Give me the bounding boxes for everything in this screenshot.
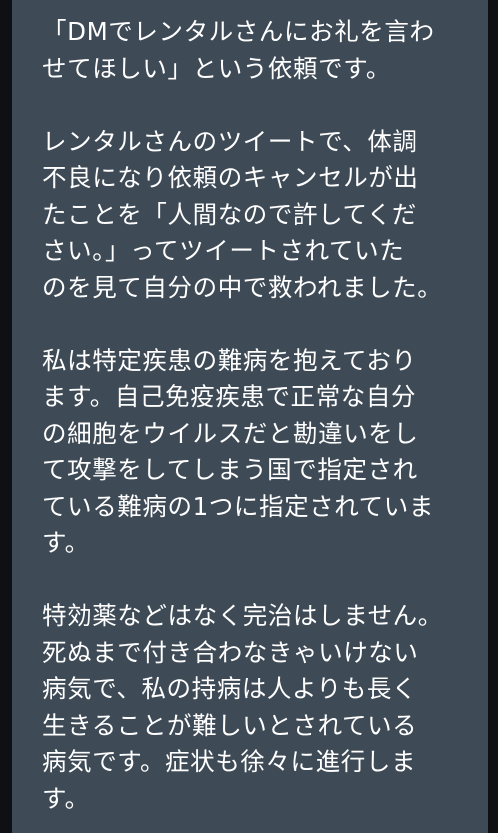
message-bubble: 「DMでレンタルさんにお礼を言わ せてほしい」という依頼です。 レンタルさんのツ… — [12, 0, 488, 833]
message-paragraph-illness: 私は特定疾患の難病を抱えており ます。自己免疫疾患で正常な自分 の細胞をウイルス… — [42, 345, 434, 558]
left-background-edge — [0, 0, 12, 833]
message-paragraph-no-cure: 特効薬などはなく完治はしません。 死ぬまで付き合わなきゃいけない 病気で、私の持… — [42, 601, 443, 813]
right-background-edge — [488, 0, 498, 833]
message-paragraph-request: 「DMでレンタルさんにお礼を言わ せてほしい」という依頼です。 — [42, 17, 435, 83]
message-paragraph-tweet: レンタルさんのツイートで、体調 不良になり依頼のキャンセルが出 たことを「人間な… — [42, 126, 443, 302]
